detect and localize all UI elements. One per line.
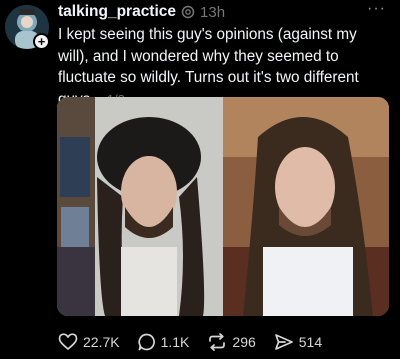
- follow-plus-icon[interactable]: +: [33, 33, 50, 50]
- like-button[interactable]: 22.7K: [58, 333, 120, 351]
- share-button[interactable]: 514: [274, 333, 322, 351]
- repost-button[interactable]: 296: [207, 333, 256, 351]
- repost-count: 296: [232, 334, 256, 350]
- repost-icon: [209, 333, 226, 351]
- send-icon: [274, 334, 293, 350]
- post-image[interactable]: [57, 97, 389, 316]
- username[interactable]: talking_practice: [58, 3, 176, 21]
- image-panel-right: [223, 97, 389, 316]
- post-body: I kept seeing this guy's opinions (again…: [58, 26, 359, 108]
- timestamp: 13h: [200, 3, 226, 21]
- more-options-icon[interactable]: ···: [367, 1, 386, 17]
- reply-button[interactable]: 1.1K: [138, 333, 190, 351]
- action-bar: 22.7K 1.1K 296 514: [58, 331, 340, 353]
- image-panel-left: [57, 97, 223, 316]
- heart-icon: [58, 333, 78, 350]
- comment-icon: [138, 333, 155, 351]
- post-header: talking_practice 13h: [58, 3, 225, 21]
- like-count: 22.7K: [83, 334, 120, 350]
- reply-count: 1.1K: [160, 334, 190, 350]
- circle-badge-icon: [181, 5, 195, 19]
- share-count: 514: [298, 334, 323, 350]
